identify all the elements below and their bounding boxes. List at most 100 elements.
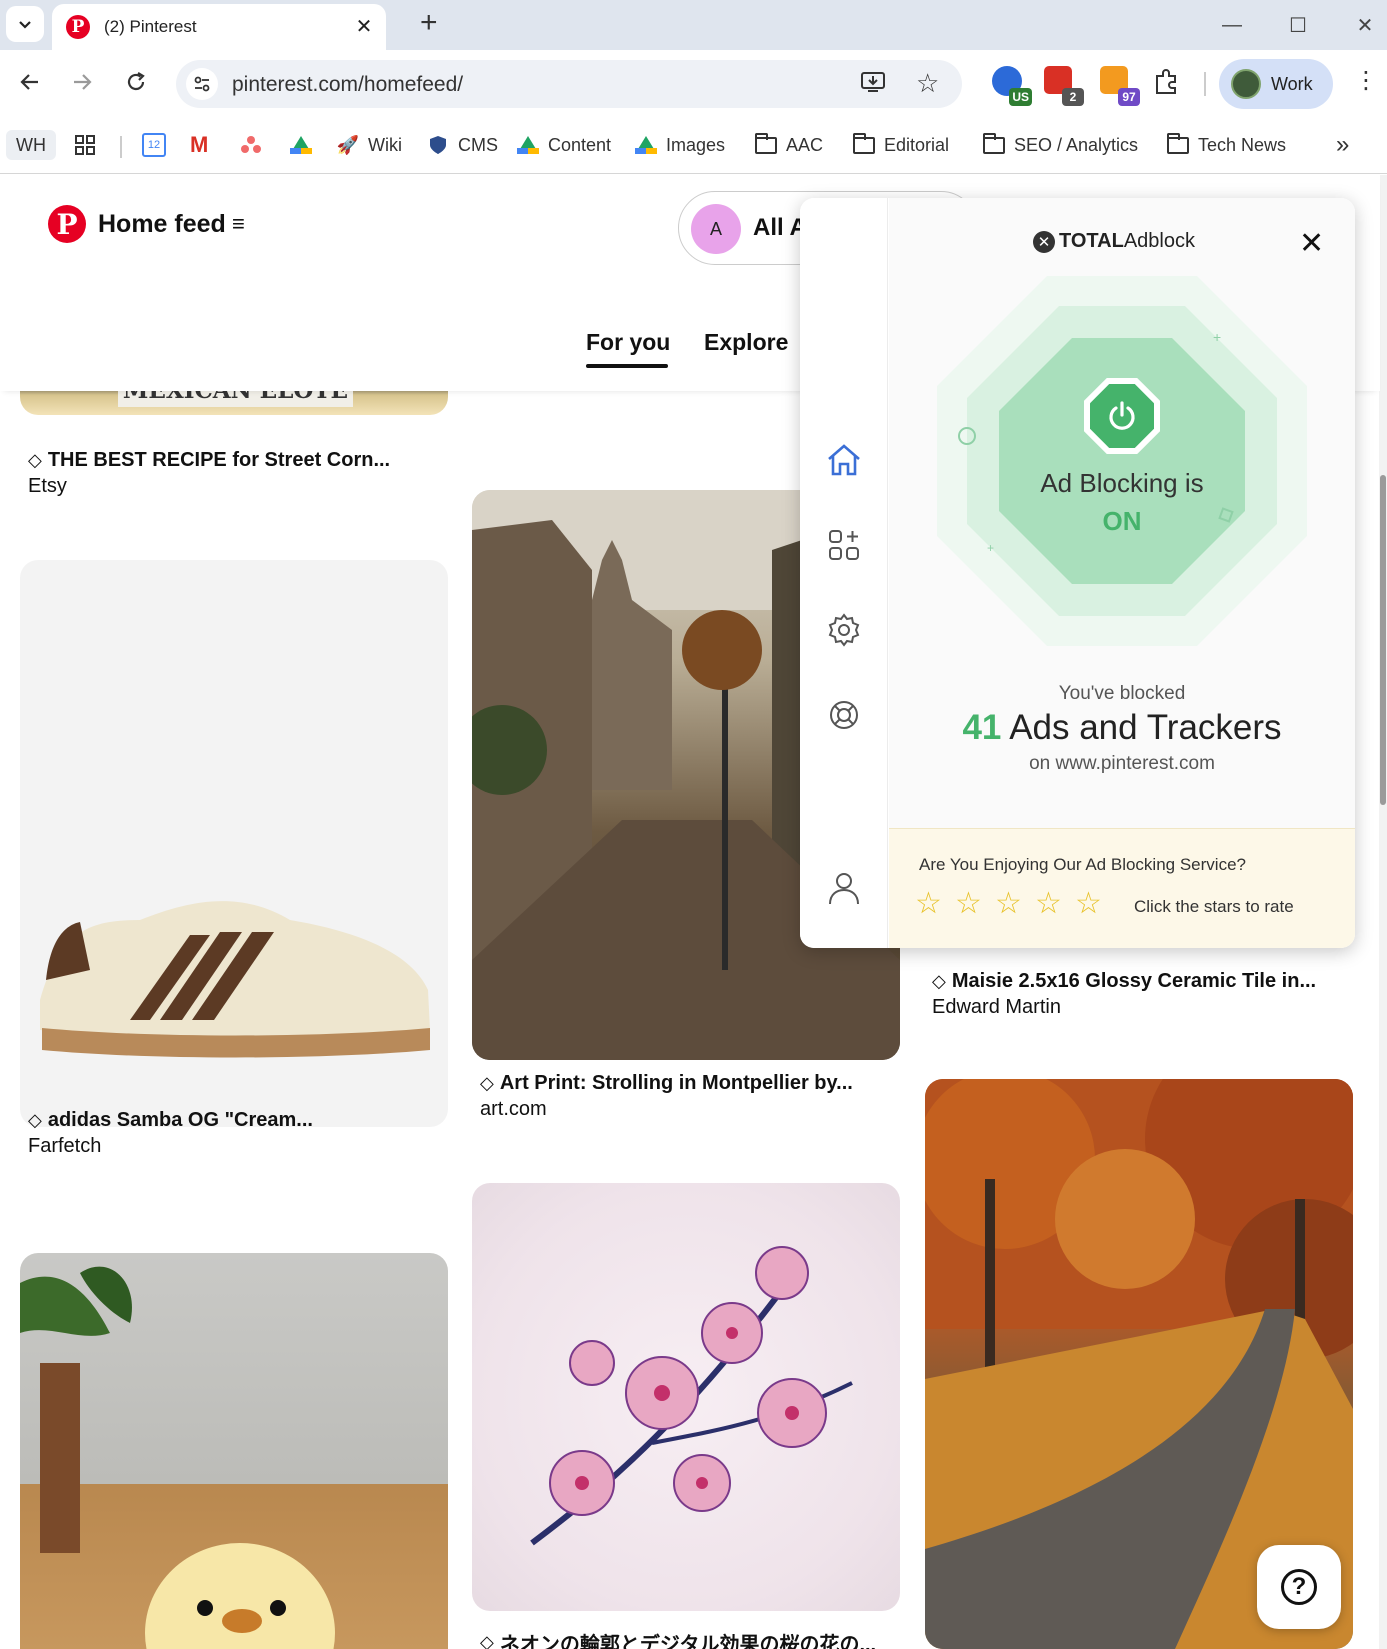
status-value: ON <box>1102 506 1142 536</box>
new-tab-button[interactable]: + <box>420 8 438 38</box>
power-button[interactable] <box>1084 378 1160 454</box>
calendar-badge: 2 <box>1062 88 1084 106</box>
bookmark-wiki[interactable]: 🚀 Wiki <box>336 130 402 160</box>
help-icon: ? <box>1281 1569 1317 1605</box>
status-label: Ad Blocking is <box>1040 468 1204 498</box>
bookmark-star-icon[interactable]: ☆ <box>916 68 939 99</box>
pin-source[interactable]: Etsy <box>28 475 67 498</box>
pin-title[interactable]: ◇ Art Print: Strolling in Montpellier by.… <box>480 1072 853 1095</box>
bookmark-images[interactable]: Images <box>634 130 725 160</box>
adblock-close-button[interactable]: ✕ <box>1299 226 1324 261</box>
blocked-count: 41 <box>962 708 1002 747</box>
pin-source[interactable]: Edward Martin <box>932 996 1061 1019</box>
pinterest-favicon-icon: P <box>66 15 90 39</box>
bookmark-editorial[interactable]: Editorial <box>852 130 949 160</box>
adblock-support-lifebuoy-icon[interactable] <box>822 693 866 737</box>
bookmark-aac[interactable]: AAC <box>754 130 823 160</box>
reload-button[interactable] <box>118 64 154 100</box>
adblock-features-icon[interactable] <box>822 523 866 567</box>
vpn-badge: US <box>1009 88 1032 106</box>
svg-text:+: + <box>1213 329 1221 345</box>
mail-extension-icon[interactable]: 97 <box>1100 66 1140 106</box>
url-text[interactable]: pinterest.com/homefeed/ <box>232 73 463 97</box>
forward-button[interactable] <box>64 64 100 100</box>
adblock-popup: ✕ TOTAL Adblock ✕ + + Ad Blocking is ON … <box>800 198 1355 948</box>
asana-bookmark-icon[interactable] <box>240 130 262 160</box>
maximize-button[interactable]: ☐ <box>1283 10 1313 40</box>
menu-icon[interactable]: ≡ <box>232 211 245 237</box>
tab-close-button[interactable]: ✕ <box>350 12 378 40</box>
scrollbar-track[interactable] <box>1379 175 1387 1649</box>
pin-image-crochet[interactable] <box>20 1253 448 1649</box>
page-title[interactable]: Home feed <box>98 210 226 239</box>
star-icon[interactable]: ☆ <box>1035 889 1062 919</box>
site-info-icon[interactable] <box>186 68 218 100</box>
power-icon <box>1090 384 1154 448</box>
arrow-right-icon <box>74 74 92 90</box>
help-button[interactable]: ? <box>1257 1545 1341 1629</box>
brand-light: Adblock <box>1123 230 1195 252</box>
folder-icon <box>754 132 778 156</box>
bookmark-seo[interactable]: SEO / Analytics <box>982 130 1138 160</box>
install-app-icon[interactable] <box>860 70 886 100</box>
rating-question: Are You Enjoying Our Ad Blocking Service… <box>919 855 1246 874</box>
bookmark-tech-news[interactable]: Tech News <box>1166 130 1286 160</box>
active-tab[interactable]: P (2) Pinterest ✕ <box>52 4 386 50</box>
blocked-summary: 41 Ads and Trackers <box>889 708 1355 748</box>
bookmark-content[interactable]: Content <box>516 130 611 160</box>
folder-icon <box>852 132 876 156</box>
star-icon[interactable]: ☆ <box>1075 889 1102 919</box>
pin-image-blossom[interactable] <box>472 1183 900 1611</box>
calendar-bookmark-icon[interactable]: 12 <box>142 130 166 160</box>
tab-for-you[interactable]: For you <box>586 329 670 356</box>
profile-button[interactable]: Work <box>1219 59 1333 109</box>
adblock-account-user-icon[interactable] <box>822 866 866 910</box>
adblock-status-octagon: + + <box>937 276 1307 646</box>
pin-image-sneaker[interactable] <box>20 560 448 1127</box>
bookmarks-divider <box>120 136 122 158</box>
pin-title[interactable]: ◇ THE BEST RECIPE for Street Corn... <box>28 449 390 472</box>
back-button[interactable] <box>12 64 48 100</box>
brand-bold: TOTAL <box>1059 230 1124 252</box>
avatar: A <box>691 204 741 254</box>
adblock-settings-gear-icon[interactable] <box>822 608 866 652</box>
more-bookmarks-button[interactable]: » <box>1336 130 1349 160</box>
pin-source[interactable]: Farfetch <box>28 1135 101 1158</box>
folder-icon <box>982 132 1006 156</box>
tab-search-button[interactable] <box>6 6 44 42</box>
browser-menu-icon[interactable]: ⋮ <box>1354 66 1378 95</box>
tab-explore[interactable]: Explore <box>704 329 788 356</box>
adblock-home-icon[interactable] <box>822 438 866 482</box>
tag-icon: ◇ <box>932 971 946 991</box>
rating-hint: Click the stars to rate <box>1134 897 1294 916</box>
blocked-label: Ads and Trackers <box>1009 708 1282 747</box>
bookmark-wh[interactable]: WH <box>6 130 56 160</box>
drive-bookmark-icon[interactable] <box>290 130 312 160</box>
star-icon[interactable]: ☆ <box>955 889 982 919</box>
pin-title[interactable]: ◇ ネオンの輪郭とデジタル効果の桜の花の... <box>480 1628 876 1649</box>
pinterest-logo-icon[interactable]: P <box>48 205 86 243</box>
scrollbar-thumb[interactable] <box>1380 475 1386 805</box>
tag-icon: ◇ <box>28 450 42 470</box>
rocket-icon: 🚀 <box>336 134 360 155</box>
mail-badge: 97 <box>1118 88 1140 106</box>
gmail-bookmark-icon[interactable]: M <box>190 130 208 160</box>
adblock-brand: ✕ TOTAL Adblock <box>1033 230 1195 253</box>
star-icon[interactable]: ☆ <box>995 889 1022 919</box>
puzzle-extensions-icon[interactable] <box>1152 68 1188 104</box>
address-bar[interactable]: pinterest.com/homefeed/ ☆ <box>176 60 962 108</box>
minimize-button[interactable]: — <box>1217 10 1247 40</box>
calendar-extension-icon[interactable]: 2 <box>1044 66 1084 106</box>
pin-source[interactable]: art.com <box>480 1098 547 1121</box>
pin-title[interactable]: ◇ Maisie 2.5x16 Glossy Ceramic Tile in... <box>932 970 1316 993</box>
vpn-extension-icon[interactable]: US <box>992 66 1032 106</box>
folder-icon <box>1166 132 1190 156</box>
pin-title[interactable]: ◇ adidas Samba OG "Cream... <box>28 1109 313 1132</box>
bookmark-cms[interactable]: CMS <box>426 130 498 160</box>
window-close-button[interactable]: ✕ <box>1350 10 1380 40</box>
star-icon[interactable]: ☆ <box>915 889 942 919</box>
board-name: All A <box>753 214 807 241</box>
apps-grid-icon[interactable] <box>74 130 96 160</box>
profile-name: Work <box>1271 74 1313 94</box>
bookmarks-bar: WH 12 M 🚀 Wiki CMS Content Images AAC Edi… <box>0 116 1387 174</box>
